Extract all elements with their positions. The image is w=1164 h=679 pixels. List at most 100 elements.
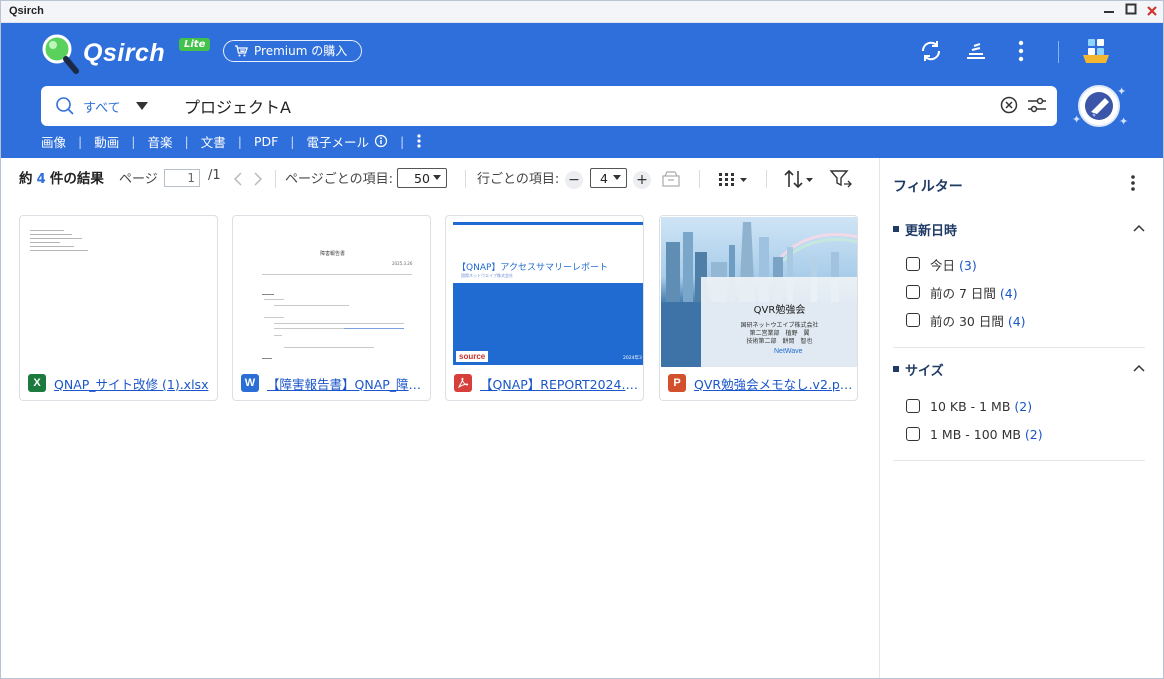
per-page-select[interactable]: 50 bbox=[397, 168, 447, 188]
caret-down-icon bbox=[613, 175, 621, 180]
sort-button[interactable] bbox=[783, 168, 815, 190]
filter-option-label: 10 KB - 1 MB bbox=[930, 398, 1011, 414]
checkbox[interactable] bbox=[906, 399, 920, 413]
filter-section-modified[interactable]: 更新日時 bbox=[893, 218, 1148, 240]
page-number-input[interactable] bbox=[164, 169, 200, 187]
chevron-up-icon[interactable] bbox=[1132, 221, 1146, 235]
queue-button[interactable] bbox=[962, 37, 990, 65]
filter-toggle-button[interactable] bbox=[829, 168, 853, 190]
result-card-xlsx[interactable]: X QNAP_サイト改修 (1).xlsx bbox=[19, 215, 218, 401]
user-avatar[interactable] bbox=[1078, 85, 1120, 127]
results-prefix: 約 bbox=[19, 171, 33, 187]
advanced-search-button[interactable] bbox=[1026, 95, 1050, 117]
filter-section-size[interactable]: サイズ bbox=[893, 358, 1148, 380]
filter-section-title: 更新日時 bbox=[905, 223, 958, 239]
filter-panel: フィルター 更新日時 今日 (3) 前の 7 日間 (4) 前の 30 日間 (… bbox=[879, 158, 1163, 678]
increase-per-row-button[interactable]: + bbox=[633, 171, 651, 189]
filter-option-label: 前の 30 日間 bbox=[930, 313, 1004, 329]
filter-option-30days[interactable]: 前の 30 日間 (4) bbox=[906, 310, 1026, 330]
pdf-thumb-title: 【QNAP】アクセスサマリーレポート bbox=[457, 263, 608, 273]
clear-search-button[interactable] bbox=[999, 95, 1021, 117]
filter-funnel-icon bbox=[829, 170, 852, 188]
per-row-value: 4 bbox=[600, 170, 608, 186]
filter-option-count: (2) bbox=[1024, 426, 1043, 442]
typenav-more-icon[interactable] bbox=[416, 133, 422, 149]
view-mode-button[interactable] bbox=[718, 168, 748, 190]
typenav-email[interactable]: 電子メール bbox=[307, 132, 370, 151]
filter-option-size-small[interactable]: 10 KB - 1 MB (2) bbox=[906, 396, 1032, 416]
results-toolbar: 約 4 件の結果 ページ /1 ページごとの項目: 50 行ごとの項目: − 4… bbox=[1, 158, 879, 200]
checkbox[interactable] bbox=[906, 313, 920, 327]
pdf-logo-text: source bbox=[459, 352, 486, 361]
file-name-link[interactable]: QNAP_サイト改修 (1).xlsx bbox=[54, 374, 213, 393]
more-vertical-icon bbox=[1018, 40, 1024, 62]
filter-section-title: サイズ bbox=[905, 363, 944, 379]
typenav-separator: | bbox=[237, 133, 242, 149]
file-name-link[interactable]: QVR勉強会メモなし.v2.pptx bbox=[694, 374, 853, 393]
premium-purchase-button[interactable]: Premium の購入 bbox=[223, 40, 363, 62]
chevron-left-icon bbox=[233, 172, 242, 186]
filter-option-today[interactable]: 今日 (3) bbox=[906, 254, 977, 274]
filter-option-label: 今日 bbox=[930, 257, 956, 273]
checkbox[interactable] bbox=[906, 285, 920, 299]
typenav-video[interactable]: 動画 bbox=[94, 132, 119, 151]
apps-button[interactable] bbox=[1080, 37, 1112, 65]
app-window: Qsirch Qsirch Lite Premium の購入 すべて プロジェク… bbox=[0, 0, 1164, 679]
pptx-thumb-line3: 技術第二部 餅岡 智也 bbox=[746, 338, 813, 345]
sparkle-icon: ✦ bbox=[1119, 115, 1129, 128]
filter-more-button[interactable] bbox=[1130, 174, 1136, 197]
checkbox[interactable] bbox=[906, 257, 920, 271]
per-page-value: 50 bbox=[414, 170, 430, 186]
filter-option-size-medium[interactable]: 1 MB - 100 MB (2) bbox=[906, 424, 1043, 444]
archive-button[interactable] bbox=[662, 168, 680, 190]
filter-option-count: (3) bbox=[959, 257, 977, 273]
typenav-document[interactable]: 文書 bbox=[201, 132, 226, 151]
result-card-pptx[interactable]: QVR勉強会 国研ネットウエイブ株式会社 第二営業部 植野 翼 技術第二部 餅岡… bbox=[659, 215, 858, 401]
filter-option-count: (4) bbox=[1007, 313, 1026, 329]
card-thumbnail: 【QNAP】アクセスサマリーレポート 国際ネットウエイブ株式会社 source … bbox=[447, 217, 643, 367]
sparkle-icon: ✦ bbox=[1117, 85, 1127, 98]
toolbar-divider bbox=[766, 170, 767, 188]
file-name-link[interactable]: 【障害報告書】QNAP_障害報告書.docx bbox=[267, 374, 426, 393]
filter-title: フィルター bbox=[893, 179, 963, 195]
sync-button[interactable] bbox=[917, 37, 945, 65]
search-input[interactable] bbox=[184, 92, 984, 120]
info-icon[interactable] bbox=[374, 134, 388, 148]
filter-divider bbox=[893, 347, 1145, 348]
excel-file-icon: X bbox=[28, 374, 46, 392]
result-card-pdf[interactable]: 【QNAP】アクセスサマリーレポート 国際ネットウエイブ株式会社 source … bbox=[445, 215, 644, 401]
sparkle-icon: ✦ bbox=[1072, 113, 1082, 126]
lite-badge: Lite bbox=[179, 38, 211, 51]
toolbar-divider bbox=[465, 170, 466, 188]
chevron-right-icon bbox=[254, 172, 263, 186]
close-button[interactable] bbox=[1142, 3, 1162, 21]
typenav-image[interactable]: 画像 bbox=[41, 132, 66, 151]
pdf-file-icon bbox=[454, 374, 472, 392]
typenav-music[interactable]: 音楽 bbox=[147, 132, 172, 151]
pdf-thumb-logo: source bbox=[456, 351, 489, 362]
next-page-button[interactable] bbox=[253, 168, 263, 190]
grid-view-icon bbox=[719, 173, 747, 186]
typenav-separator: | bbox=[131, 133, 136, 149]
decrease-per-row-button[interactable]: − bbox=[565, 171, 583, 189]
chevron-up-icon[interactable] bbox=[1132, 361, 1146, 375]
search-scope-dropdown[interactable]: すべて bbox=[55, 86, 149, 126]
sync-icon bbox=[921, 41, 941, 61]
more-menu-button[interactable] bbox=[1007, 37, 1035, 65]
file-name-link[interactable]: 【QNAP】REPORT2024.pdf bbox=[480, 374, 639, 393]
pptx-thumb-title: QVR勉強会 bbox=[753, 305, 806, 316]
typenav-pdf[interactable]: PDF bbox=[254, 134, 278, 149]
filter-option-label: 前の 7 日間 bbox=[930, 285, 996, 301]
filter-option-7days[interactable]: 前の 7 日間 (4) bbox=[906, 282, 1018, 302]
search-icon bbox=[56, 97, 74, 115]
sort-icon bbox=[784, 169, 813, 189]
typenav-separator: | bbox=[184, 133, 189, 149]
result-card-docx[interactable]: 障害報告書 2025.3.26 W 【障害報告書】QNAP_障害報告書.docx bbox=[232, 215, 431, 401]
prev-page-button[interactable] bbox=[233, 168, 243, 190]
minimize-button[interactable] bbox=[1099, 3, 1119, 21]
per-row-select[interactable]: 4 bbox=[590, 168, 627, 188]
avatar-icon bbox=[1085, 92, 1113, 120]
checkbox[interactable] bbox=[906, 427, 920, 441]
maximize-button[interactable] bbox=[1121, 3, 1141, 21]
per-page-label: ページごとの項目: bbox=[285, 172, 393, 187]
